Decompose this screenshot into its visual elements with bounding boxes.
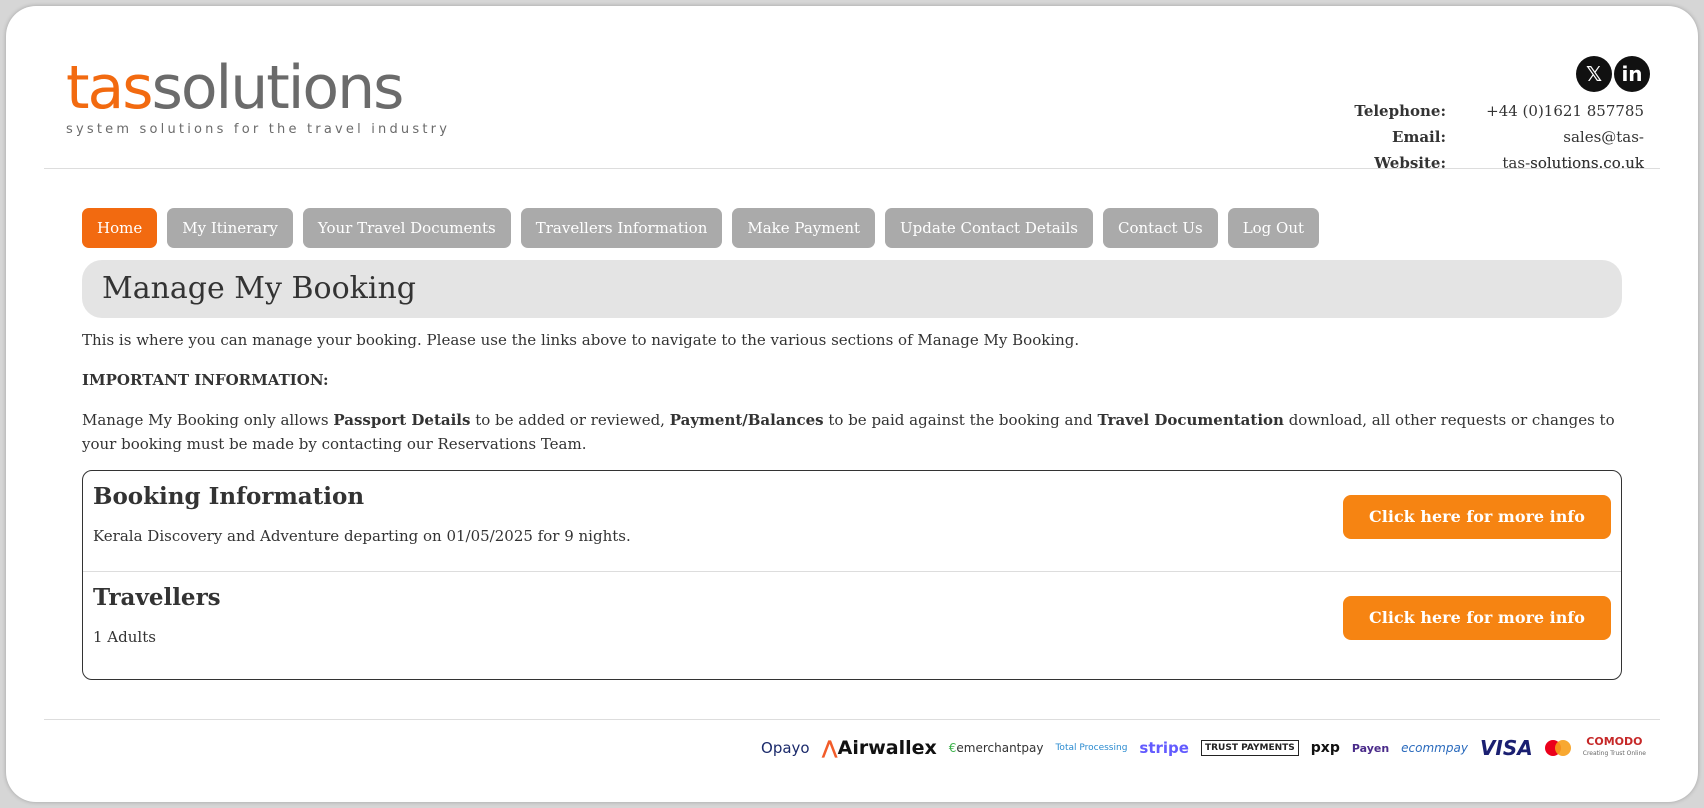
contact-details: Telephone: +44 (0)1621 857785 Email: sal… bbox=[1346, 98, 1644, 176]
emerchantpay-logo: €emerchantpay bbox=[949, 741, 1044, 755]
nav-make-payment[interactable]: Make Payment bbox=[732, 208, 876, 248]
notice-text-2: to be added or reviewed, bbox=[470, 411, 670, 429]
contact-website: Website: tas-solutions.co.uk bbox=[1346, 150, 1644, 176]
ecommpay-logo: ecommpay bbox=[1401, 741, 1468, 755]
intro-text: This is where you can manage your bookin… bbox=[82, 331, 1080, 349]
nav-my-itinerary[interactable]: My Itinerary bbox=[167, 208, 293, 248]
page-title: Manage My Booking bbox=[102, 271, 416, 306]
page-card: tassolutions system solutions for the tr… bbox=[6, 6, 1698, 802]
airwallex-text: Airwallex bbox=[837, 737, 937, 759]
stripe-logo: stripe bbox=[1139, 739, 1189, 757]
travellers-more-info-button[interactable]: Click here for more info bbox=[1343, 596, 1611, 640]
nav-contact-us[interactable]: Contact Us bbox=[1103, 208, 1218, 248]
nav-update-contact-details[interactable]: Update Contact Details bbox=[885, 208, 1093, 248]
social-links: 𝕏 in bbox=[1576, 56, 1650, 92]
email-value[interactable]: sales@tas-solutions.co.uk bbox=[1456, 124, 1644, 172]
booking-summary-box: Booking Information Kerala Discovery and… bbox=[82, 470, 1622, 680]
trust-payments-logo: TRUST PAYMENTS bbox=[1200, 740, 1299, 756]
nav-home[interactable]: Home bbox=[82, 208, 158, 248]
booking-information-section: Booking Information Kerala Discovery and… bbox=[83, 471, 1621, 571]
booking-information-title: Booking Information bbox=[93, 483, 365, 510]
comodo-subtext: Creating Trust Online bbox=[1582, 750, 1646, 757]
contact-telephone: Telephone: +44 (0)1621 857785 bbox=[1346, 98, 1644, 124]
emerchantpay-text: emerchantpay bbox=[956, 741, 1044, 755]
footer-divider bbox=[44, 719, 1660, 720]
nav-your-travel-documents[interactable]: Your Travel Documents bbox=[302, 208, 511, 248]
website-value[interactable]: tas-solutions.co.uk bbox=[1456, 150, 1644, 176]
x-twitter-icon[interactable]: 𝕏 bbox=[1576, 56, 1612, 92]
comodo-text: COMODO bbox=[1586, 735, 1643, 748]
logo-part1: tas bbox=[66, 53, 154, 123]
notice-payment-balances: Payment/Balances bbox=[669, 411, 824, 429]
page-title-bar: Manage My Booking bbox=[82, 260, 1622, 318]
nav-log-out[interactable]: Log Out bbox=[1227, 208, 1320, 248]
main-nav: Home My Itinerary Your Travel Documents … bbox=[82, 208, 1320, 248]
payment-logos: Opayo ⋀Airwallex €emerchantpay Total Pro… bbox=[761, 734, 1646, 762]
notice-text-3: to be paid against the booking and bbox=[823, 411, 1098, 429]
important-heading: IMPORTANT INFORMATION: bbox=[82, 371, 329, 389]
visa-logo: VISA bbox=[1479, 736, 1533, 760]
logo-part2: solutions bbox=[151, 53, 405, 123]
payen-logo: Payen bbox=[1351, 741, 1390, 755]
tas-solutions-logo[interactable]: tassolutions system solutions for the tr… bbox=[66, 56, 450, 137]
nav-travellers-information[interactable]: Travellers Information bbox=[520, 208, 723, 248]
linkedin-icon[interactable]: in bbox=[1614, 56, 1650, 92]
contact-email: Email: sales@tas-solutions.co.uk bbox=[1346, 124, 1644, 172]
booking-more-info-button[interactable]: Click here for more info bbox=[1343, 495, 1611, 539]
telephone-label: Telephone: bbox=[1354, 102, 1446, 120]
comodo-logo: COMODO Creating Trust Online bbox=[1582, 735, 1646, 759]
notice-passport-details: Passport Details bbox=[333, 411, 471, 429]
logo-wordmark: tassolutions bbox=[66, 56, 450, 120]
mastercard-orange-circle bbox=[1554, 740, 1571, 756]
airwallex-logo: ⋀Airwallex bbox=[822, 737, 937, 759]
notice-travel-documentation: Travel Documentation bbox=[1097, 411, 1284, 429]
header-divider bbox=[44, 168, 1660, 169]
travellers-desc: 1 Adults bbox=[93, 628, 156, 646]
travellers-section: Travellers 1 Adults Click here for more … bbox=[83, 571, 1621, 671]
intro-content: This is where you can manage your bookin… bbox=[82, 328, 1642, 472]
total-processing-logo: Total Processing bbox=[1055, 742, 1128, 753]
travellers-title: Travellers bbox=[93, 584, 221, 611]
opayo-logo: Opayo bbox=[761, 739, 810, 757]
logo-tagline: system solutions for the travel industry bbox=[66, 122, 451, 137]
telephone-value[interactable]: +44 (0)1621 857785 bbox=[1456, 98, 1644, 124]
email-label: Email: bbox=[1392, 128, 1446, 146]
website-label: Website: bbox=[1374, 154, 1446, 172]
airwallex-mark-icon: ⋀ bbox=[821, 737, 838, 759]
booking-information-desc: Kerala Discovery and Adventure departing… bbox=[93, 527, 631, 545]
important-notice: Manage My Booking only allows Passport D… bbox=[82, 408, 1642, 456]
pxp-logo: pxp bbox=[1310, 740, 1340, 756]
notice-text-1: Manage My Booking only allows bbox=[82, 411, 334, 429]
mastercard-logo-icon bbox=[1544, 740, 1571, 756]
